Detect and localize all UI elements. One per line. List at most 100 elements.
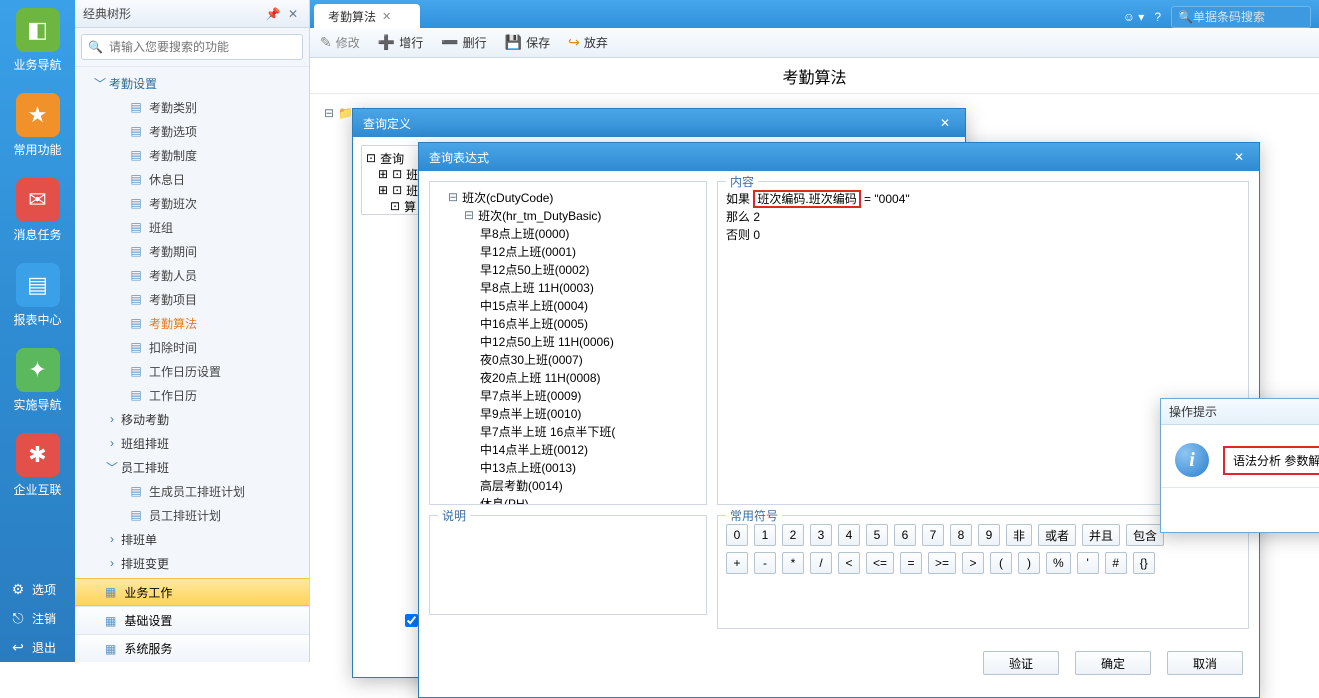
symbol2-9[interactable]: ( bbox=[990, 552, 1012, 574]
rail-item-2[interactable]: ✉消息任务 bbox=[0, 170, 75, 255]
dialog-title-bar[interactable]: 查询定义 ✕ bbox=[353, 109, 965, 137]
tree-search-input[interactable] bbox=[109, 36, 296, 58]
tree-item-9[interactable]: ▤考勤算法 bbox=[75, 311, 309, 335]
verify-button[interactable]: 验证 bbox=[983, 651, 1059, 675]
tree-group2-1[interactable]: ›排班变更 bbox=[75, 551, 309, 575]
expression-text[interactable]: 如果 班次编码.班次编码 = "0004" 那么 2 否则 0 bbox=[726, 190, 1240, 244]
symbol-2[interactable]: 2 bbox=[782, 524, 804, 546]
symbol-9[interactable]: 9 bbox=[978, 524, 1000, 546]
tree-item-7[interactable]: ▤考勤人员 bbox=[75, 263, 309, 287]
cancel-button[interactable]: 取消 bbox=[1167, 651, 1243, 675]
field-leaf-1[interactable]: 早12点上班(0001) bbox=[434, 242, 702, 260]
tree-footer-2[interactable]: ▦系统服务 bbox=[75, 634, 309, 662]
pin-icon[interactable]: 📌 bbox=[265, 6, 281, 22]
delete-row-button[interactable]: ➖删行 bbox=[441, 34, 486, 51]
tree-close-icon[interactable]: ✕ bbox=[285, 6, 301, 22]
smile-icon[interactable]: ☺ ▾ bbox=[1123, 10, 1145, 24]
save-button[interactable]: 💾保存 bbox=[505, 34, 550, 51]
symbol-并且[interactable]: 并且 bbox=[1082, 524, 1120, 546]
field-leaf-0[interactable]: 早8点上班(0000) bbox=[434, 224, 702, 242]
field-leaf-4[interactable]: 中15点半上班(0004) bbox=[434, 296, 702, 314]
symbol-8[interactable]: 8 bbox=[950, 524, 972, 546]
field-leaf-15[interactable]: 休息(PH) bbox=[434, 494, 702, 504]
field-leaf-14[interactable]: 高层考勤(0014) bbox=[434, 476, 702, 494]
symbol2-6[interactable]: = bbox=[900, 552, 922, 574]
tree-footer-1[interactable]: ▦基础设置 bbox=[75, 606, 309, 634]
symbol2-13[interactable]: # bbox=[1105, 552, 1127, 574]
tree-item-1[interactable]: ▤考勤选项 bbox=[75, 119, 309, 143]
rail-item-3[interactable]: ▤报表中心 bbox=[0, 255, 75, 340]
modify-button[interactable]: ✎修改 bbox=[320, 34, 360, 51]
tree-item-5[interactable]: ▤班组 bbox=[75, 215, 309, 239]
field-leaf-12[interactable]: 中14点半上班(0012) bbox=[434, 440, 702, 458]
close-icon[interactable]: ✕ bbox=[1229, 148, 1249, 166]
field-leaf-5[interactable]: 中16点半上班(0005) bbox=[434, 314, 702, 332]
symbol-4[interactable]: 4 bbox=[838, 524, 860, 546]
by-name-checkbox[interactable] bbox=[405, 614, 418, 627]
rail-bottom-2[interactable]: ↩退出 bbox=[0, 633, 75, 662]
tree-sub-1[interactable]: ▤员工排班计划 bbox=[75, 503, 309, 527]
tree-item-4[interactable]: ▤考勤班次 bbox=[75, 191, 309, 215]
tree-footer-0[interactable]: ▦业务工作 bbox=[75, 578, 309, 606]
field-leaf-10[interactable]: 早9点半上班(0010) bbox=[434, 404, 702, 422]
symbol2-11[interactable]: % bbox=[1046, 552, 1071, 574]
symbol-包含[interactable]: 包含 bbox=[1126, 524, 1164, 546]
field-leaf-13[interactable]: 中13点上班(0013) bbox=[434, 458, 702, 476]
field-leaf-9[interactable]: 早7点半上班(0009) bbox=[434, 386, 702, 404]
discard-button[interactable]: ↪放弃 bbox=[568, 34, 608, 51]
tab-close-icon[interactable]: ✕ bbox=[382, 10, 391, 23]
tree-item-0[interactable]: ▤考勤类别 bbox=[75, 95, 309, 119]
rail-item-1[interactable]: ★常用功能 bbox=[0, 85, 75, 170]
field-leaf-7[interactable]: 夜0点30上班(0007) bbox=[434, 350, 702, 368]
tree-group-2[interactable]: ﹀员工排班 bbox=[75, 455, 309, 479]
field-leaf-3[interactable]: 早8点上班 11H(0003) bbox=[434, 278, 702, 296]
symbol2-0[interactable]: + bbox=[726, 552, 748, 574]
tree-group2-0[interactable]: ›排班单 bbox=[75, 527, 309, 551]
help-icon[interactable]: ? bbox=[1154, 10, 1161, 24]
global-search-input[interactable] bbox=[1193, 10, 1304, 24]
rail-bottom-1[interactable]: ⎋注销 bbox=[0, 604, 75, 633]
field-leaf-6[interactable]: 中12点50上班 11H(0006) bbox=[434, 332, 702, 350]
rail-item-5[interactable]: ✱企业互联 bbox=[0, 425, 75, 510]
add-row-button[interactable]: ➕增行 bbox=[378, 34, 423, 51]
tree-item-12[interactable]: ▤工作日历 bbox=[75, 383, 309, 407]
symbol-或者[interactable]: 或者 bbox=[1038, 524, 1076, 546]
symbol2-2[interactable]: * bbox=[782, 552, 804, 574]
rail-item-0[interactable]: ◧业务导航 bbox=[0, 0, 75, 85]
tree-item-8[interactable]: ▤考勤项目 bbox=[75, 287, 309, 311]
rail-bottom-0[interactable]: ⚙选项 bbox=[0, 575, 75, 604]
tree-group-1[interactable]: ›班组排班 bbox=[75, 431, 309, 455]
tree-item-3[interactable]: ▤休息日 bbox=[75, 167, 309, 191]
tree-root[interactable]: ﹀ 考勤设置 bbox=[75, 71, 309, 95]
close-icon[interactable]: ✕ bbox=[935, 114, 955, 132]
tree-group-0[interactable]: ›移动考勤 bbox=[75, 407, 309, 431]
message-box-title-bar[interactable]: 操作提示 ✕ bbox=[1161, 399, 1319, 425]
symbol-非[interactable]: 非 bbox=[1006, 524, 1032, 546]
ok-button[interactable]: 确定 bbox=[1075, 651, 1151, 675]
rail-item-4[interactable]: ✦实施导航 bbox=[0, 340, 75, 425]
field-leaf-11[interactable]: 早7点半上班 16点半下班( bbox=[434, 422, 702, 440]
symbol-1[interactable]: 1 bbox=[754, 524, 776, 546]
symbol2-14[interactable]: {} bbox=[1133, 552, 1155, 574]
symbol2-10[interactable]: ) bbox=[1018, 552, 1040, 574]
tree-item-11[interactable]: ▤工作日历设置 bbox=[75, 359, 309, 383]
symbol2-4[interactable]: < bbox=[838, 552, 860, 574]
tree-item-10[interactable]: ▤扣除时间 bbox=[75, 335, 309, 359]
dialog-title-bar[interactable]: 查询表达式 ✕ bbox=[419, 143, 1259, 171]
symbol-5[interactable]: 5 bbox=[866, 524, 888, 546]
field-leaf-8[interactable]: 夜20点上班 11H(0008) bbox=[434, 368, 702, 386]
tab-3[interactable]: 考勤算法✕ bbox=[314, 4, 420, 28]
symbol2-5[interactable]: <= bbox=[866, 552, 894, 574]
symbol2-1[interactable]: - bbox=[754, 552, 776, 574]
symbol-0[interactable]: 0 bbox=[726, 524, 748, 546]
symbol-6[interactable]: 6 bbox=[894, 524, 916, 546]
symbol-7[interactable]: 7 bbox=[922, 524, 944, 546]
tree-sub-0[interactable]: ▤生成员工排班计划 bbox=[75, 479, 309, 503]
tree-item-2[interactable]: ▤考勤制度 bbox=[75, 143, 309, 167]
tree-search-box[interactable]: 🔍 bbox=[81, 34, 303, 60]
symbol2-8[interactable]: > bbox=[962, 552, 984, 574]
symbol2-12[interactable]: ' bbox=[1077, 552, 1099, 574]
global-search[interactable]: 🔍 bbox=[1171, 6, 1311, 28]
symbol-3[interactable]: 3 bbox=[810, 524, 832, 546]
symbol2-3[interactable]: / bbox=[810, 552, 832, 574]
